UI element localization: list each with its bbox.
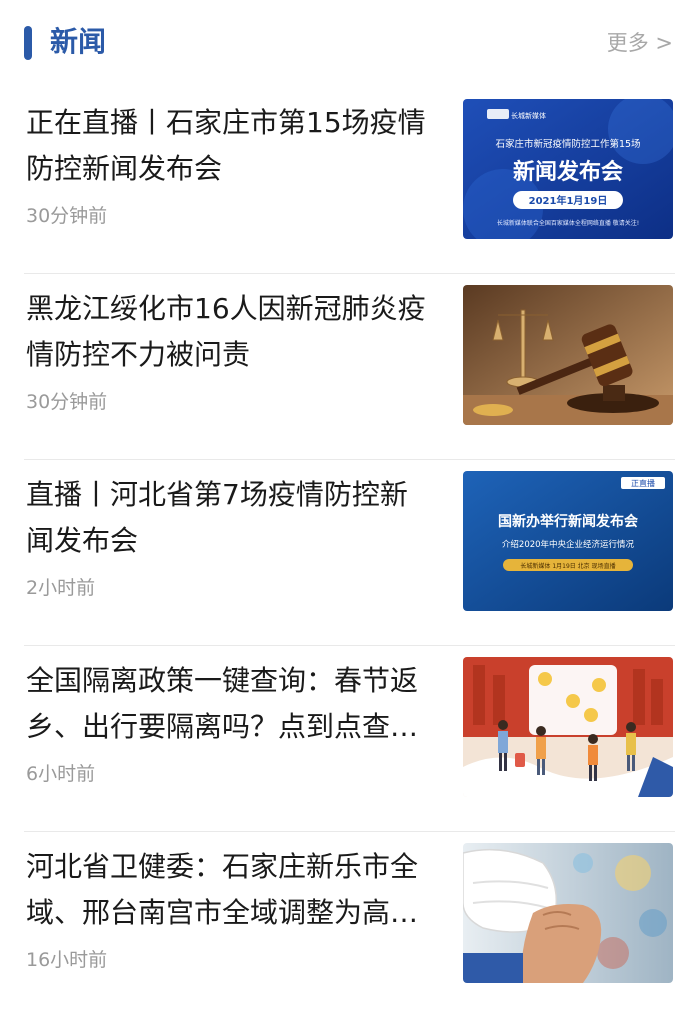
thumb-line1: 国新办举行新闻发布会 [498,513,639,530]
press-conference-banner-icon: 正直播 国新办举行新闻发布会 介绍2020年中央企业经济运行情况 长城新媒体 1… [463,471,673,611]
more-link[interactable]: 更多 > [607,28,673,58]
section-title: 新闻 [50,25,107,58]
news-list: 正在直播丨石家庄市第15场疫情防控新闻发布会 30分钟前 长城新媒体 石家庄市新… [0,88,699,1018]
news-text: 直播丨河北省第7场疫情防控新闻发布会 2小时前 [26,472,434,602]
news-time: 16小时前 [26,949,108,971]
press-conference-banner-icon: 长城新媒体 石家庄市新冠疫情防控工作第15场 新闻发布会 2021年1月19日 … [463,99,673,239]
news-headline[interactable]: 黑龙江绥化市16人因新冠肺炎疫情防控不力被问责 [26,286,434,378]
news-item[interactable]: 正在直播丨石家庄市第15场疫情防控新闻发布会 30分钟前 长城新媒体 石家庄市新… [0,88,699,274]
news-thumbnail[interactable] [463,843,673,983]
gavel-scales-photo-icon [463,285,673,425]
news-item[interactable]: 河北省卫健委：石家庄新乐市全域、邢台南宫市全域调整为高风险地区 16小时前 [0,832,699,1018]
thumb-date: 2021年1月19日 [529,194,608,207]
news-item[interactable]: 全国隔离政策一键查询：春节返乡、出行要隔离吗？点到点查询→ 6小时前 [0,646,699,832]
thumb-line2: 新闻发布会 [513,159,623,185]
section-header: 新闻 更多 > [0,0,699,88]
news-thumbnail[interactable]: 正直播 国新办举行新闻发布会 介绍2020年中央企业经济运行情况 长城新媒体 1… [463,471,673,611]
thumb-foot: 长城新媒体联合全国百家媒体全程网络直播 敬请关注! [497,219,639,227]
news-item[interactable]: 黑龙江绥化市16人因新冠肺炎疫情防控不力被问责 30分钟前 [0,274,699,460]
news-item[interactable]: 直播丨河北省第7场疫情防控新闻发布会 2小时前 正直播 国新办举行新闻发布会 介… [0,460,699,646]
news-headline[interactable]: 直播丨河北省第7场疫情防控新闻发布会 [26,472,434,564]
travelers-illustration-icon [463,657,673,797]
news-thumbnail[interactable] [463,285,673,425]
news-time: 30分钟前 [26,391,108,413]
thumb-line1: 石家庄市新冠疫情防控工作第15场 [495,138,640,150]
news-time: 30分钟前 [26,205,108,227]
mask-hand-photo-icon [463,843,673,983]
news-text: 黑龙江绥化市16人因新冠肺炎疫情防控不力被问责 30分钟前 [26,286,434,416]
thumb-logo: 长城新媒体 [511,111,546,120]
thumb-foot: 长城新媒体 1月19日 北京 现场直播 [520,562,615,570]
news-headline[interactable]: 正在直播丨石家庄市第15场疫情防控新闻发布会 [26,100,434,192]
news-text: 正在直播丨石家庄市第15场疫情防控新闻发布会 30分钟前 [26,100,434,230]
thumb-badge: 正直播 [631,478,655,488]
news-headline[interactable]: 河北省卫健委：石家庄新乐市全域、邢台南宫市全域调整为高风险地区 [26,844,434,936]
thumb-line2: 介绍2020年中央企业经济运行情况 [502,539,635,550]
news-thumbnail[interactable]: 长城新媒体 石家庄市新冠疫情防控工作第15场 新闻发布会 2021年1月19日 … [463,99,673,239]
news-thumbnail[interactable] [463,657,673,797]
news-text: 河北省卫健委：石家庄新乐市全域、邢台南宫市全域调整为高风险地区 16小时前 [26,844,434,974]
news-time: 2小时前 [26,577,96,599]
section-accent-bar [24,26,32,60]
news-text: 全国隔离政策一键查询：春节返乡、出行要隔离吗？点到点查询→ 6小时前 [26,658,434,788]
news-headline[interactable]: 全国隔离政策一键查询：春节返乡、出行要隔离吗？点到点查询→ [26,658,434,750]
news-time: 6小时前 [26,763,96,785]
